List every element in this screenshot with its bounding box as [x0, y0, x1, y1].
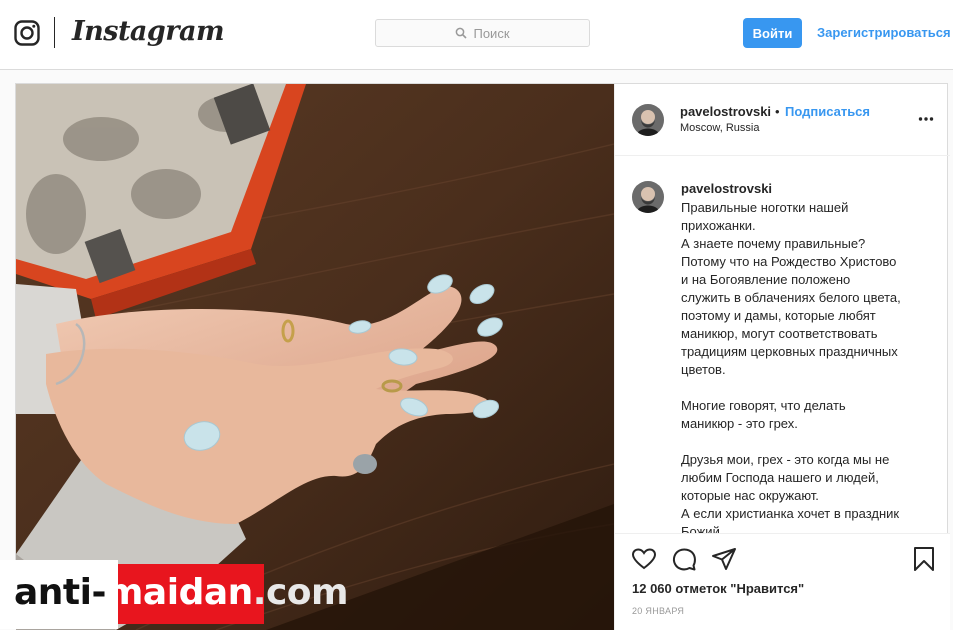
search-placeholder: Поиск	[473, 25, 510, 41]
search-icon	[456, 27, 468, 39]
post-date[interactable]: 20 января	[632, 606, 684, 616]
instagram-wordmark[interactable]: Instagram	[72, 16, 225, 47]
heart-icon[interactable]	[631, 546, 657, 572]
follow-button[interactable]: Подписаться	[785, 104, 870, 119]
more-icon[interactable]	[918, 116, 934, 122]
post-side-panel: pavelostrovski • Подписаться Moscow, Rus…	[614, 84, 950, 630]
post-card: pavelostrovski • Подписаться Moscow, Rus…	[15, 83, 950, 630]
post-header: pavelostrovski • Подписаться Moscow, Rus…	[615, 84, 950, 156]
top-navigation-bar: Instagram Поиск Войти Зарегистрироваться	[0, 0, 953, 70]
avatar[interactable]	[632, 181, 664, 213]
avatar[interactable]	[632, 104, 664, 136]
comment-icon[interactable]	[671, 546, 697, 572]
login-button[interactable]: Войти	[743, 18, 802, 48]
avatar-image	[632, 181, 664, 213]
header-divider	[54, 17, 55, 48]
caption-username[interactable]: pavelostrovski	[681, 181, 772, 196]
post-photo[interactable]	[16, 84, 614, 630]
post-username[interactable]: pavelostrovski	[680, 104, 771, 119]
watermark-part-1: anti-	[14, 572, 106, 613]
likes-count[interactable]: 12 060 отметок "Нравится"	[632, 581, 804, 596]
comments-area[interactable]: pavelostrovski Правильные ноготки нашей …	[615, 157, 950, 533]
post-actions: 12 060 отметок "Нравится" 20 января	[615, 533, 950, 630]
share-icon[interactable]	[711, 546, 737, 572]
post-image	[16, 84, 614, 630]
post-caption: Правильные ноготки нашей прихожанки. А з…	[681, 200, 901, 533]
instagram-logo-icon[interactable]	[14, 20, 40, 46]
bookmark-icon[interactable]	[911, 546, 937, 572]
watermark-part-2: maidan	[105, 572, 253, 613]
signup-link[interactable]: Зарегистрироваться	[817, 25, 951, 40]
watermark-part-3: .com	[252, 572, 349, 613]
watermark-text: anti-maidan.com	[14, 572, 349, 613]
post-location[interactable]: Moscow, Russia	[680, 122, 759, 134]
site-watermark: anti-maidan.com	[0, 560, 352, 629]
avatar-image	[632, 104, 664, 136]
separator-dot: •	[775, 104, 780, 119]
search-input[interactable]: Поиск	[375, 19, 590, 47]
